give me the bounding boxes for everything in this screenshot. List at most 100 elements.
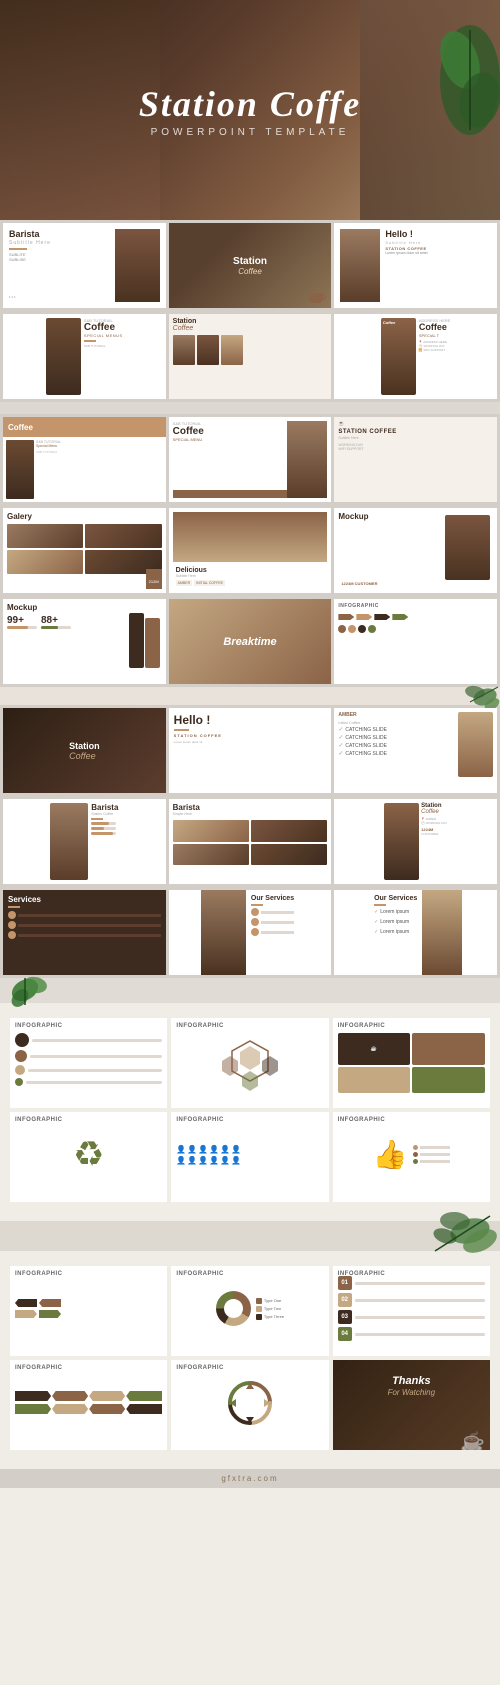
circle-olive-1: [15, 1078, 23, 1086]
amber-img: [458, 712, 493, 777]
services3-items: ✓Lorem ipsum ✓Lorem ipsum ✓Lorem ipsum: [374, 908, 417, 936]
slide-infographic-arrows: INFOGRAPHIC: [334, 599, 497, 684]
plant-divider: [0, 978, 500, 1003]
circle-row-1: [15, 1033, 162, 1047]
infographic-title-4: INFOGRAPHIC: [15, 1117, 162, 1123]
delicious-title: Delicious: [176, 567, 325, 574]
phone1: [129, 613, 144, 668]
legend-3: Type Three: [256, 1314, 284, 1320]
coffee-a-header: Coffee: [3, 417, 166, 437]
hello2-tag: STATION COFFEE: [174, 733, 327, 738]
station2-photos: [173, 335, 328, 365]
dot1: [338, 625, 346, 633]
timeline-arrow-b2: [52, 1404, 88, 1414]
num-badge-2: 02: [338, 1293, 352, 1307]
delicious-sub: Subtitle Here: [176, 574, 325, 578]
slide-delicious: Delicious Subtitle Here AMBER INITIAL CO…: [169, 508, 332, 593]
donut-legend: Type One Type Two Type Three: [256, 1298, 284, 1320]
thanks-subtitle: For Watching: [338, 1388, 485, 1397]
delicious-content: Delicious Subtitle Here AMBER INITIAL CO…: [173, 512, 328, 589]
services1-title: Services: [8, 895, 161, 904]
thumbs-bars: [413, 1145, 450, 1164]
gallery-title: Galery: [7, 512, 162, 521]
box-brown: [412, 1033, 485, 1065]
num-badge-3: 03: [338, 1310, 352, 1324]
check-text-1: CATCHING SLIDE: [345, 727, 387, 733]
mockup2-title: Mockup: [7, 603, 162, 612]
thumbs-dot-2: [413, 1152, 418, 1157]
hexagon-svg: [210, 1036, 290, 1091]
people-content: 👤 👤 👤 👤 👤 👤 👤 👤 👤 👤 👤 👤: [176, 1127, 323, 1182]
recycle-content: ♻: [15, 1127, 162, 1182]
person-2: 👤: [187, 1145, 197, 1154]
s3-check-3: ✓Lorem ipsum: [374, 929, 417, 935]
service-dot-1: [8, 911, 16, 919]
barista3-sub: Simple Here: [173, 812, 328, 816]
station-logo-title: STATION COFFEE: [338, 429, 493, 435]
thumbs-dot-3: [413, 1159, 418, 1164]
bottom-infographic-grid-2: INFOGRAPHIC: [10, 1360, 490, 1450]
hello2-body: Lorem ipsum dolor sit: [174, 740, 327, 744]
bar-bg-1: [91, 822, 116, 825]
plant-left-icon: [5, 970, 55, 1010]
check-text-4: CATCHING SLIDE: [345, 751, 387, 757]
s3-check-text-3: Lorem ipsum: [380, 929, 409, 935]
circle-bar-2: [30, 1055, 162, 1058]
legend-text-1: Type One: [264, 1298, 281, 1303]
infographic-card-circular: INFOGRAPHIC: [171, 1360, 328, 1450]
mockup2-content: Mockup 99+ 88+: [7, 603, 162, 680]
arrow4: [392, 612, 408, 622]
slide-station-logo: ☕ STATION COFFEE Subtitle Here WORKING D…: [334, 417, 497, 502]
coffee-s-tag2: S&B TUTORIAL: [84, 344, 123, 348]
station-logo-icon: ☕: [338, 421, 493, 427]
person-7: 👤: [176, 1156, 186, 1165]
s3-check-2: ✓Lorem ipsum: [374, 919, 417, 925]
barista2-img: [50, 803, 88, 880]
station-dark-text: Station Coffee: [64, 736, 105, 766]
arrows-lr-row-1: [15, 1299, 162, 1307]
station-logo-content: ☕ STATION COFFEE Subtitle Here WORKING D…: [338, 421, 493, 498]
slide-hello2: Hello ! STATION COFFEE Lorem ipsum dolor…: [169, 708, 332, 793]
service-bar-1: [18, 914, 161, 917]
slide-thanks: Thanks For Watching ☕: [333, 1360, 490, 1450]
arrows-lr-row-2: [15, 1310, 162, 1318]
barista2-title: Barista: [91, 803, 118, 812]
amber-checks-list: AMBER Initial Coffee ✓CATCHING SLIDE ✓CA…: [338, 712, 387, 758]
stat2-num: 88+: [41, 615, 71, 626]
stat1-bar-bg: [7, 626, 37, 629]
timeline-arrow-b4: [126, 1404, 162, 1414]
infographic-grid-1: INFOGRAPHIC: [10, 1018, 490, 1108]
infographic-title-5: INFOGRAPHIC: [176, 1117, 323, 1123]
coffee-cup-icon: [309, 293, 323, 303]
thumbs-bar-2: [420, 1153, 450, 1156]
infographic-card-arrows-lr: INFOGRAPHIC: [10, 1266, 167, 1356]
section-break-1: [0, 402, 500, 414]
hero-main-title: Station Coffe: [139, 83, 361, 125]
timeline-arrow-2: [52, 1391, 88, 1401]
slide-row-5: Mockup 99+ 88+: [0, 596, 500, 687]
timeline-arrow-4: [126, 1391, 162, 1401]
slide-mockup2: Mockup 99+ 88+: [3, 599, 166, 684]
box-olive: [412, 1067, 485, 1093]
hello-title: Hello !: [385, 229, 491, 239]
bar-bg-2: [91, 827, 116, 830]
phone2: [145, 618, 160, 668]
circle-bar-1: [32, 1039, 162, 1042]
coffee-addr-text: ADDRESS HERE Coffee SPECIAL T 📍 ADDRESS …: [419, 318, 451, 395]
thanks-title: Thanks: [338, 1375, 485, 1388]
coffee-a-content: Coffee S&B TUTORIAL Special Menu S&B TUT…: [3, 417, 166, 502]
service-item-1: [8, 911, 161, 919]
s3-check-text-1: Lorem ipsum: [380, 909, 409, 915]
coffee-a-special: Special Menu: [36, 444, 61, 448]
circle-bar-3: [28, 1069, 162, 1072]
infographic-label: INFOGRAPHIC: [338, 603, 493, 609]
service-bar-3: [18, 934, 161, 937]
hex-display: [176, 1033, 323, 1093]
circle-dark-1: [15, 1033, 29, 1047]
bottom-infographic-title-1: INFOGRAPHIC: [15, 1271, 162, 1277]
barista3-photo2: [251, 820, 327, 842]
coffee-a-text: S&B TUTORIAL Special Menu S&B TUTORIAL: [36, 440, 61, 499]
station-logo-stats: WORKING DAY WIFI SUPPORT: [338, 443, 493, 451]
infographic-title-3: INFOGRAPHIC: [338, 1023, 485, 1029]
check-1: ✓CATCHING SLIDE: [338, 726, 387, 733]
